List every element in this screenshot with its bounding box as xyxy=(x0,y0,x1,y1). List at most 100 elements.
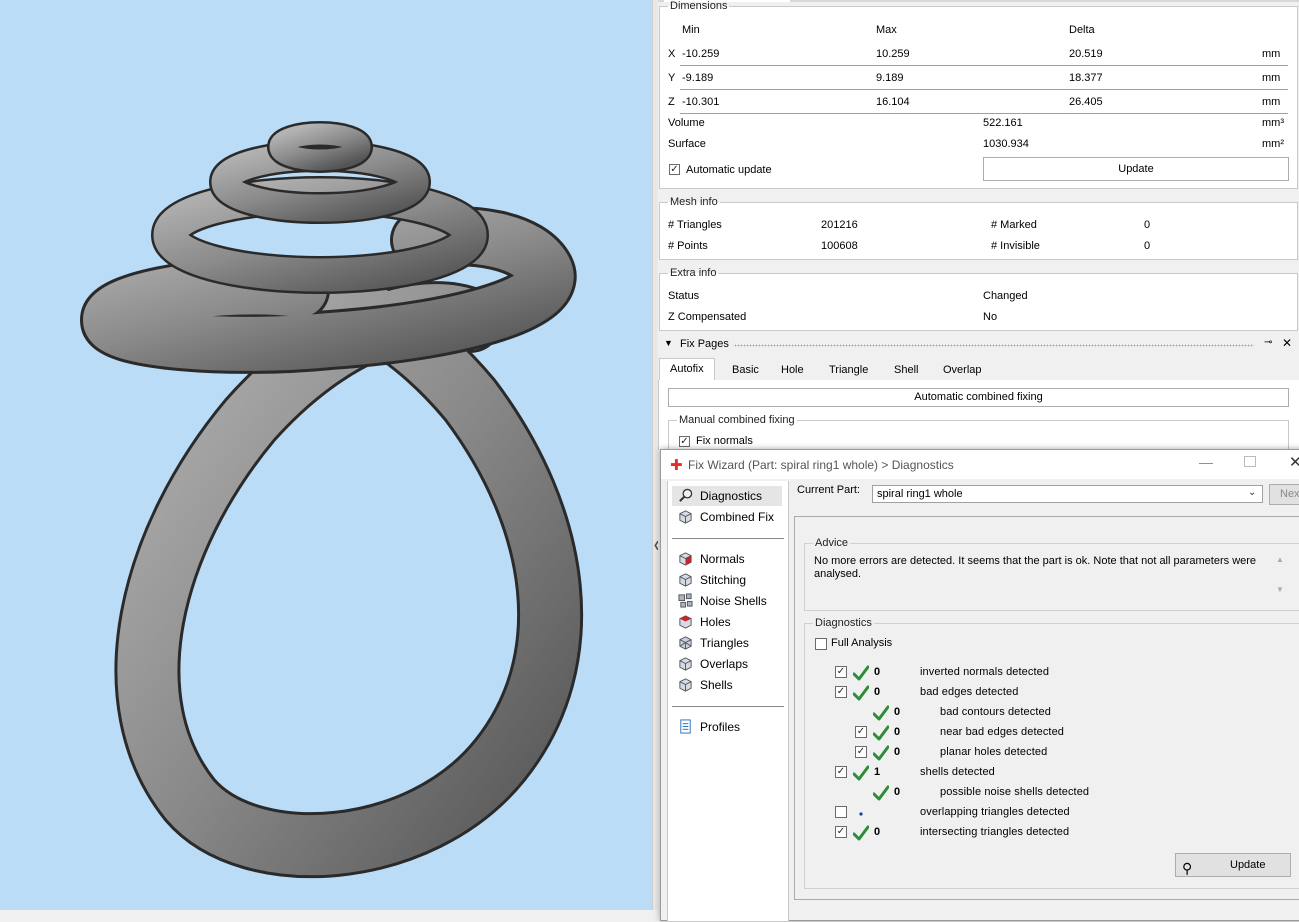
tab-triangle[interactable]: Triangle xyxy=(827,362,870,379)
advice-text: No more errors are detected. It seems th… xyxy=(814,555,1257,580)
autofix-page: Automatic combined fixing Manual combine… xyxy=(658,380,1299,456)
tab-overlap[interactable]: Overlap xyxy=(941,362,984,379)
volume-label: Volume xyxy=(668,117,705,129)
magnifier-icon: ⚲ xyxy=(1182,860,1193,876)
diagnostic-label: bad edges detected xyxy=(920,686,1019,698)
tab-hole[interactable]: Hole xyxy=(779,362,806,379)
nav-overlaps[interactable]: Overlaps xyxy=(672,654,782,674)
axis-label: Y xyxy=(668,72,676,84)
status-label: Status xyxy=(668,290,700,302)
current-part-value: spiral ring1 whole xyxy=(877,488,963,500)
dimensions-legend: Dimensions xyxy=(670,0,728,12)
extra-info-group: Extra info xyxy=(659,267,1298,331)
next-button[interactable]: Nex xyxy=(1269,484,1299,505)
fix-normals-checkbox[interactable]: ✓ xyxy=(679,436,690,447)
unit-label: mm xyxy=(1262,48,1281,60)
chevron-down-icon: ⌄ xyxy=(1248,487,1257,498)
axis-label: X xyxy=(668,48,676,60)
diagnostic-checkbox[interactable]: ✓ xyxy=(855,746,867,758)
nav-normals[interactable]: Normals xyxy=(672,549,782,569)
tab-shell[interactable]: Shell xyxy=(892,362,920,379)
document-icon xyxy=(680,719,691,734)
diagnostic-checkbox[interactable]: ✓ xyxy=(835,666,847,678)
diagnostic-checkbox[interactable] xyxy=(835,806,847,818)
diagnostic-row: ✓ 0 planar holes detected xyxy=(795,744,1295,762)
wizard-update-button[interactable]: ⚲ Update xyxy=(1175,853,1291,877)
delta-value: 18.377 xyxy=(1069,72,1103,84)
overlaps-cube-icon xyxy=(679,657,692,671)
drag-handle[interactable] xyxy=(734,344,1254,347)
current-part-label: Current Part: xyxy=(797,484,860,496)
automatic-combined-fixing-button[interactable]: Automatic combined fixing xyxy=(668,388,1289,407)
fix-pages-header[interactable]: ▼ Fix Pages ⊸ ✕ xyxy=(658,336,1299,354)
diagnostic-count: 0 xyxy=(894,726,901,738)
triangles-label: # Triangles xyxy=(668,219,722,231)
min-value: -10.301 xyxy=(682,96,720,108)
max-value: 16.104 xyxy=(876,96,910,108)
diagnostic-row: ✓ 0 inverted normals detected xyxy=(795,664,1295,682)
status-value: Changed xyxy=(983,290,1028,302)
surface-value: 1030.934 xyxy=(983,138,1029,150)
diagnostic-checkbox[interactable]: ✓ xyxy=(835,826,847,838)
stitching-cube-icon xyxy=(679,573,692,587)
diagnostic-label: inverted normals detected xyxy=(920,666,1050,678)
tab-basic[interactable]: Basic xyxy=(730,362,761,379)
surface-label: Surface xyxy=(668,138,706,150)
mesh-info-group: Mesh info xyxy=(659,196,1298,260)
full-analysis-checkbox[interactable] xyxy=(815,638,827,650)
wizard-cross-icon: ✚ xyxy=(670,457,683,474)
checkmark-icon xyxy=(852,665,870,681)
nav-noise-shells[interactable]: Noise Shells xyxy=(672,591,782,611)
volume-value: 522.161 xyxy=(983,117,1023,129)
diagnostic-label: shells detected xyxy=(920,766,995,778)
tab-autofix[interactable]: Autofix xyxy=(659,358,715,380)
automatic-update-checkbox[interactable]: ✓ xyxy=(669,164,680,175)
diagnostic-label: intersecting triangles detected xyxy=(920,826,1070,838)
splitter-grip-icon[interactable]: ❮ xyxy=(653,538,661,552)
pin-icon[interactable]: ⊸ xyxy=(1264,337,1272,348)
checkmark-icon xyxy=(872,705,890,721)
advice-legend: Advice xyxy=(815,537,849,549)
nav-holes[interactable]: Holes xyxy=(672,612,782,632)
nav-profiles[interactable]: Profiles xyxy=(672,717,782,737)
diagnostic-count: 1 xyxy=(874,766,881,778)
minimize-icon[interactable]: — xyxy=(1199,454,1213,470)
nav-combined-fix[interactable]: Combined Fix xyxy=(672,507,782,527)
diagnostic-checkbox[interactable]: ✓ xyxy=(835,766,847,778)
diagnostic-row: ✓ 0 intersecting triangles detected xyxy=(795,824,1295,842)
checkmark-icon xyxy=(852,765,870,781)
nav-stitching[interactable]: Stitching xyxy=(672,570,782,590)
nav-diagnostics[interactable]: Diagnostics xyxy=(672,486,782,506)
pending-dot-icon xyxy=(853,805,869,821)
current-part-select[interactable]: spiral ring1 whole ⌄ xyxy=(872,485,1263,503)
maximize-icon[interactable] xyxy=(1244,456,1256,467)
close-icon[interactable]: ✕ xyxy=(1282,336,1292,350)
fix-wizard-titlebar[interactable]: ✚ Fix Wizard (Part: spiral ring1 whole) … xyxy=(661,450,1299,479)
checkmark-icon xyxy=(852,685,870,701)
mesh-info-legend: Mesh info xyxy=(670,196,718,208)
marked-label: # Marked xyxy=(991,219,1037,231)
dimensions-update-button[interactable]: Update xyxy=(983,157,1289,181)
diagnostic-row: 0 bad contours detected xyxy=(795,704,1295,722)
diagnostic-row: ✓ 1 shells detected xyxy=(795,764,1295,782)
delta-value: 20.519 xyxy=(1069,48,1103,60)
checkmark-icon xyxy=(872,785,890,801)
checkmark-icon xyxy=(852,825,870,841)
checkmark-icon xyxy=(872,725,890,741)
3d-viewport[interactable] xyxy=(0,0,652,910)
nav-triangles[interactable]: Triangles xyxy=(672,633,782,653)
z-compensated-value: No xyxy=(983,311,998,323)
z-compensated-label: Z Compensated xyxy=(668,311,747,323)
wizard-close-icon[interactable]: ✕ xyxy=(1289,453,1299,471)
diagnostic-checkbox[interactable]: ✓ xyxy=(855,726,867,738)
shells-cube-icon xyxy=(679,678,692,692)
nav-shells[interactable]: Shells xyxy=(672,675,782,695)
marked-value: 0 xyxy=(1144,219,1151,231)
advice-scrollbar[interactable]: ▲ ▼ xyxy=(1274,555,1286,601)
collapse-triangle-icon[interactable]: ▼ xyxy=(664,338,673,348)
diagnostic-checkbox[interactable]: ✓ xyxy=(835,686,847,698)
fix-pages-tabs: Autofix Basic Hole Triangle Shell Overla… xyxy=(658,358,1299,381)
max-value: 10.259 xyxy=(876,48,910,60)
invisible-value: 0 xyxy=(1144,240,1151,252)
min-value: -9.189 xyxy=(682,72,714,84)
